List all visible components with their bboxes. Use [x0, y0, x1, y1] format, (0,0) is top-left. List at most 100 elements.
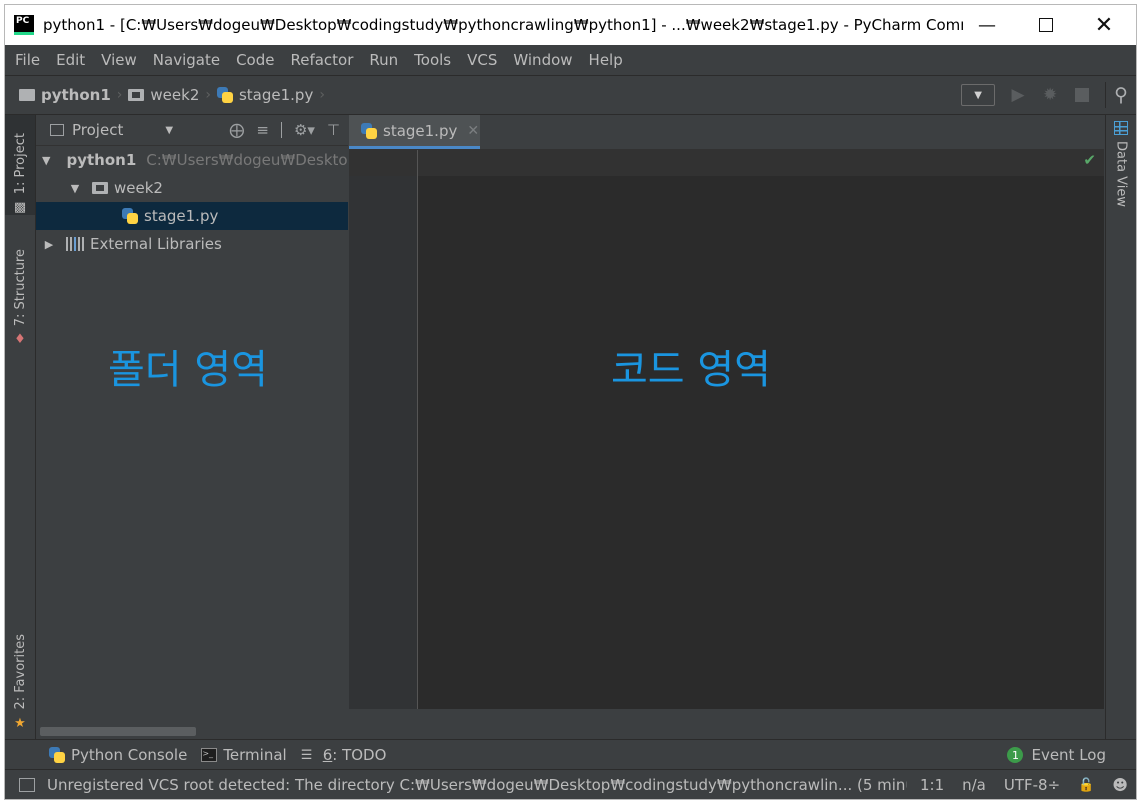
menu-view[interactable]: View [93, 51, 145, 69]
expand-arrow-icon[interactable]: ▼ [68, 182, 82, 195]
collapse-all-icon[interactable]: ≡ [256, 121, 269, 139]
project-panel-header: Project ▼ ⨁ ≡ ⚙▾ ⊤ [36, 115, 348, 146]
terminal-icon: >_ [201, 748, 218, 762]
menu-tools[interactable]: Tools [406, 51, 459, 69]
terminal-button[interactable]: >_ Terminal [201, 746, 287, 764]
breadcrumb-separator-icon: › [205, 87, 211, 103]
breadcrumb-separator-icon: › [319, 87, 325, 103]
status-bar: Unregistered VCS root detected: The dire… [5, 769, 1136, 799]
structure-icon: ♦ [14, 332, 26, 347]
menu-navigate[interactable]: Navigate [145, 51, 228, 69]
locate-icon[interactable]: ⨁ [229, 121, 244, 139]
python-console-button[interactable]: Python Console [49, 746, 187, 764]
tab-close-icon[interactable]: ✕ [467, 123, 479, 139]
run-config-dropdown[interactable]: ▼ [961, 84, 996, 106]
editor-tab-stage1[interactable]: stage1.py ✕ [349, 115, 480, 149]
inspector-icon[interactable]: ☻ [1112, 776, 1128, 794]
breadcrumb-project[interactable]: python1 [5, 86, 111, 104]
tool-window-data-view[interactable]: Data View [1106, 121, 1136, 207]
toolbar-divider [280, 122, 282, 138]
navigation-bar: python1 › week2 › stage1.py › ▼ ▶ ✹ ⚲ [5, 75, 1136, 115]
scrollbar-thumb[interactable] [40, 727, 196, 736]
folder-icon [19, 89, 35, 101]
terminal-label: Terminal [223, 746, 287, 764]
left-tool-stripe: ▩ 1: Project ♦ 7: Structure ★ 2: Favorit… [5, 115, 36, 739]
folder-area-annotation: 폴더 영역 [108, 347, 268, 393]
tool-window-project-label: 1: Project [12, 132, 28, 194]
tree-root-label: python1 [66, 151, 137, 169]
folder-icon [92, 182, 108, 194]
event-log-label: Event Log [1031, 746, 1106, 764]
project-panel-tools: ⨁ ≡ ⚙▾ ⊤ [229, 121, 340, 139]
tree-root-path: C:₩Users₩dogeu₩Desktop [146, 151, 358, 169]
python-console-label: Python Console [71, 746, 188, 764]
breadcrumb-file[interactable]: stage1.py [216, 86, 314, 104]
status-message[interactable]: Unregistered VCS root detected: The dire… [47, 776, 907, 794]
tree-libraries-label: External Libraries [90, 235, 222, 253]
code-editor[interactable]: stage1.py ✕ ✔ 코드 영역 [349, 115, 1104, 739]
tree-item-week2[interactable]: ▼ week2 [36, 174, 348, 202]
tool-window-structure[interactable]: ♦ 7: Structure [5, 237, 35, 347]
toggle-tool-windows-icon[interactable] [19, 778, 35, 792]
tree-item-stage1[interactable]: stage1.py [36, 202, 348, 230]
project-panel: Project ▼ ⨁ ≡ ⚙▾ ⊤ ▼ python1 C:₩Users₩do… [36, 115, 357, 739]
editor-bottom-area [349, 709, 1104, 739]
breadcrumb-file-label: stage1.py [238, 86, 314, 104]
search-icon[interactable]: ⚲ [1114, 84, 1128, 106]
title-bar: PC python1 - [C:₩Users₩dogeu₩Desktop₩cod… [5, 5, 1136, 45]
python-file-icon [361, 122, 377, 139]
tree-folder-label: week2 [114, 179, 163, 197]
code-area-annotation: 코드 영역 [611, 347, 771, 393]
python-console-icon [49, 747, 65, 763]
menu-bar: File Edit View Navigate Code Refactor Ru… [5, 45, 1136, 75]
project-view-dropdown[interactable]: ▼ [165, 125, 173, 136]
menu-help[interactable]: Help [581, 51, 631, 69]
breadcrumb-separator-icon: › [116, 87, 123, 103]
right-tool-stripe: Data View [1105, 115, 1136, 739]
file-encoding[interactable]: UTF-8÷ [1004, 776, 1060, 794]
libraries-icon [66, 237, 84, 251]
expand-arrow-icon[interactable]: ▶ [42, 238, 56, 251]
tool-window-favorites[interactable]: ★ 2: Favorites [5, 619, 35, 731]
line-separator[interactable]: n/a [962, 776, 986, 794]
menu-run[interactable]: Run [361, 51, 406, 69]
tree-item-external-libraries[interactable]: ▶ External Libraries [36, 230, 348, 258]
project-view-icon [50, 124, 64, 136]
folder-icon [128, 89, 145, 101]
current-line-highlight [418, 150, 1104, 176]
bottom-tool-bar: Python Console >_ Terminal ☰ 6: TODO 1 E… [5, 739, 1136, 770]
breadcrumb-folder[interactable]: week2 [128, 86, 199, 104]
breadcrumb-project-label: python1 [41, 86, 111, 104]
line-gutter[interactable] [349, 150, 418, 739]
menu-file[interactable]: File [5, 51, 48, 69]
lock-icon[interactable]: 🔓 [1078, 778, 1094, 793]
menu-vcs[interactable]: VCS [459, 51, 505, 69]
editor-tabs: stage1.py ✕ [349, 115, 1104, 150]
debug-icon[interactable]: ✹ [1041, 85, 1059, 105]
run-toolbar: ▼ ▶ ✹ ⚲ [961, 76, 1136, 114]
caret-position[interactable]: 1:1 [920, 776, 944, 794]
maximize-button[interactable] [1017, 5, 1075, 45]
tool-window-project[interactable]: ▩ 1: Project [5, 115, 35, 215]
hide-panel-icon[interactable]: ⊤ [327, 121, 340, 139]
horizontal-scrollbar[interactable] [36, 725, 348, 739]
run-icon[interactable]: ▶ [1009, 85, 1027, 105]
settings-gear-icon[interactable]: ⚙▾ [294, 121, 315, 139]
menu-code[interactable]: Code [228, 51, 282, 69]
pycharm-logo-icon: PC [14, 15, 34, 35]
minimize-button[interactable]: — [958, 5, 1016, 45]
event-log-button[interactable]: 1 Event Log [1007, 746, 1106, 764]
editor-tab-label: stage1.py [383, 121, 458, 140]
menu-window[interactable]: Window [505, 51, 580, 69]
maximize-icon [1039, 18, 1053, 32]
menu-edit[interactable]: Edit [48, 51, 93, 69]
project-view-label[interactable]: Project [72, 121, 123, 139]
menu-refactor[interactable]: Refactor [282, 51, 361, 69]
tree-item-python1[interactable]: ▼ python1 C:₩Users₩dogeu₩Desktop [36, 146, 357, 174]
close-button[interactable]: ✕ [1075, 5, 1133, 45]
data-view-table-icon [1114, 121, 1128, 135]
expand-arrow-icon[interactable]: ▼ [42, 154, 50, 167]
todo-button[interactable]: ☰ 6: TODO [301, 746, 387, 764]
breadcrumb-folder-label: week2 [150, 86, 200, 104]
stop-icon[interactable] [1073, 86, 1091, 104]
